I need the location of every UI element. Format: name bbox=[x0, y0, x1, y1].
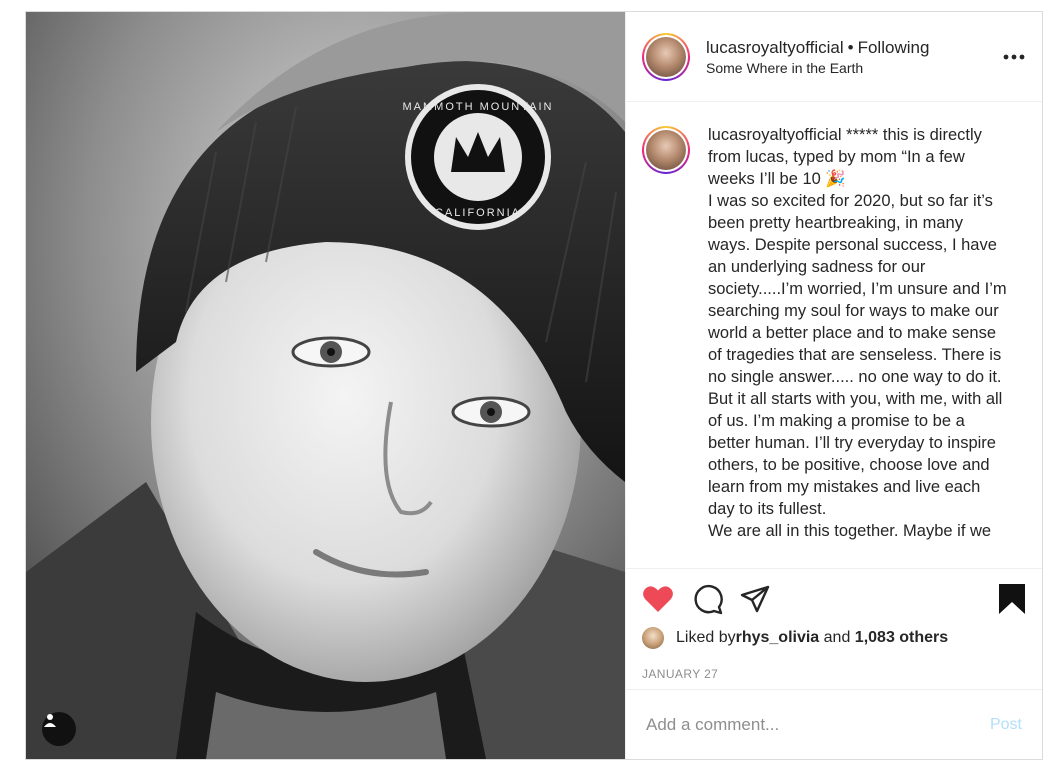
post-modal: MAMMOTH MOUNTAIN CALIFORNIA lucasroyalty… bbox=[25, 11, 1043, 760]
likes-prefix: Liked by bbox=[676, 629, 736, 646]
portrait-illustration: MAMMOTH MOUNTAIN CALIFORNIA bbox=[26, 12, 625, 759]
liker-avatar[interactable] bbox=[642, 627, 664, 649]
patch-top-text: MAMMOTH MOUNTAIN bbox=[403, 101, 554, 113]
comment-form: Post bbox=[626, 689, 1042, 759]
share-button[interactable] bbox=[740, 581, 780, 617]
comment-icon bbox=[694, 584, 723, 615]
paper-plane-icon bbox=[740, 585, 770, 613]
heart-filled-icon bbox=[643, 586, 673, 612]
caption-section: lucasroyaltyofficial ***** this is direc… bbox=[626, 102, 1042, 568]
actions-section: Liked by rhys_olivia and 1,083 others JA… bbox=[626, 568, 1042, 681]
following-button[interactable]: Following bbox=[858, 38, 930, 57]
author-avatar[interactable] bbox=[642, 32, 690, 81]
post-location[interactable]: Some Where in the Earth bbox=[706, 60, 1002, 76]
post-date[interactable]: JANUARY 27 bbox=[642, 667, 1026, 681]
post-details-panel: lucasroyaltyofficial • Following Some Wher… bbox=[625, 12, 1042, 759]
likes-others-link[interactable]: 1,083 others bbox=[855, 629, 948, 647]
user-icon bbox=[44, 714, 56, 727]
like-button[interactable] bbox=[642, 581, 682, 617]
liker-username[interactable]: rhys_olivia bbox=[736, 629, 820, 647]
caption-text-block: lucasroyaltyofficial ***** this is direc… bbox=[708, 124, 1008, 568]
post-comment-button[interactable]: Post bbox=[990, 716, 1022, 734]
bookmark-filled-icon bbox=[999, 584, 1025, 614]
likes-conjunction: and bbox=[819, 629, 855, 646]
caption-username[interactable]: lucasroyaltyofficial bbox=[708, 126, 842, 144]
caption-author-avatar[interactable] bbox=[642, 126, 690, 174]
action-bar bbox=[642, 581, 1026, 617]
tagged-user-button[interactable] bbox=[42, 712, 76, 746]
more-options-button[interactable] bbox=[1002, 45, 1026, 69]
patch-bottom-text: CALIFORNIA bbox=[435, 207, 521, 219]
header-separator: • bbox=[847, 37, 854, 57]
likes-summary: Liked by rhys_olivia and 1,083 others bbox=[642, 627, 1026, 649]
post-photo[interactable]: MAMMOTH MOUNTAIN CALIFORNIA bbox=[26, 12, 625, 759]
more-horizontal-icon bbox=[1003, 54, 1025, 59]
save-button[interactable] bbox=[998, 581, 1026, 617]
author-username[interactable]: lucasroyaltyofficial bbox=[706, 38, 844, 57]
comment-input[interactable] bbox=[646, 714, 990, 735]
caption-body: ***** this is directly from lucas, typed… bbox=[708, 126, 1007, 540]
post-header: lucasroyaltyofficial • Following Some Wher… bbox=[626, 12, 1042, 102]
comment-button[interactable] bbox=[692, 581, 732, 617]
